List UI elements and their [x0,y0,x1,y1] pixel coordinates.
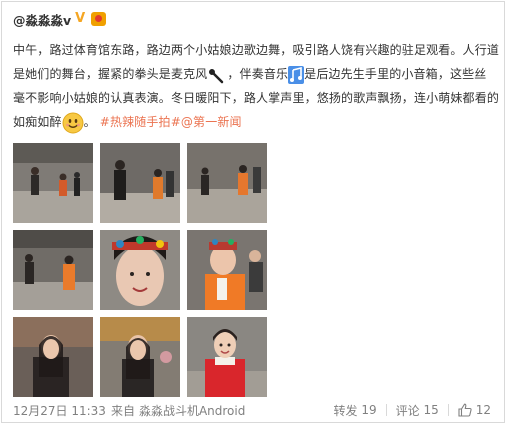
music-note-icon [288,65,305,84]
post-header: @淼淼淼v V [13,8,107,30]
member-medal-icon[interactable] [91,12,107,26]
post-text-line: 中午，路过体育馆东路，路边两个小姑娘边歌边舞，吸引路人饶有兴趣的驻足观看。人行道 [13,43,500,57]
text-segment: 是她们的舞台，握紧的拳头是麦克风 [13,67,208,81]
photo-grid [13,143,269,397]
weibo-post-card: @淼淼淼v V 中午，路过体育馆东路，路边两个小姑娘边歌边舞，吸引路人饶有兴趣的… [1,1,505,423]
photo-thumbnail[interactable] [187,230,267,310]
source-device-link[interactable]: 淼淼战斗机Android [139,402,245,419]
smile-emoji-icon [62,112,84,133]
repost-label: 转发 [333,403,358,418]
photo-thumbnail[interactable] [13,317,93,397]
comment-count: 15 [423,403,439,417]
text-segment: ，伴奏音乐 [227,67,289,81]
divider [385,404,387,416]
post-text-line: 如痴如醉 。 #热辣随手拍#@第一新闻 [13,110,499,134]
microphone-icon [209,68,224,83]
photo-thumbnail[interactable] [100,230,180,310]
from-label: 来自 [110,403,135,418]
post-timestamp[interactable]: 12月27日 11:33 [13,402,106,419]
post-footer: 12月27日 11:33 来自 淼淼战斗机Android 转发 19 评论 15… [13,401,499,419]
repost-count: 19 [361,403,377,417]
photo-thumbnail[interactable] [187,317,267,397]
post-actions: 转发 19 评论 15 12 [333,401,491,419]
text-segment: 是后边先生手里的小音箱，这些丝 [304,67,487,81]
topic-link[interactable]: #热辣随手拍# [100,115,181,129]
photo-thumbnail[interactable] [13,230,93,310]
post-text: 中午，路过体育馆东路，路边两个小姑娘边歌边舞，吸引路人饶有兴趣的驻足观看。人行道… [13,38,499,134]
photo-thumbnail[interactable] [100,143,180,223]
photo-thumbnail[interactable] [13,143,93,223]
thumbs-up-icon [458,403,472,417]
comment-button[interactable]: 评论 15 [396,402,439,419]
like-count: 12 [475,403,491,417]
divider [447,404,449,416]
photo-thumbnail[interactable] [100,317,180,397]
mention-link[interactable]: @第一新闻 [181,115,242,129]
post-text-line: 是她们的舞台，握紧的拳头是麦克风 ，伴奏音乐 是后边先生手里的小音箱，这些丝 [13,62,499,86]
like-button[interactable]: 12 [458,403,491,417]
comment-label: 评论 [395,403,420,418]
post-text-line: 毫不影响小姑娘的认真表演。冬日暖阳下，路人掌声里，悠扬的歌声飘扬，连小萌妹都看的 [13,91,500,105]
username-link[interactable]: @淼淼淼v [13,10,71,29]
text-segment: 。 [83,115,96,129]
photo-thumbnail[interactable] [187,143,267,223]
repost-button[interactable]: 转发 19 [333,402,376,419]
verified-v-icon[interactable]: V [75,12,87,25]
text-segment: 如痴如醉 [13,115,62,129]
